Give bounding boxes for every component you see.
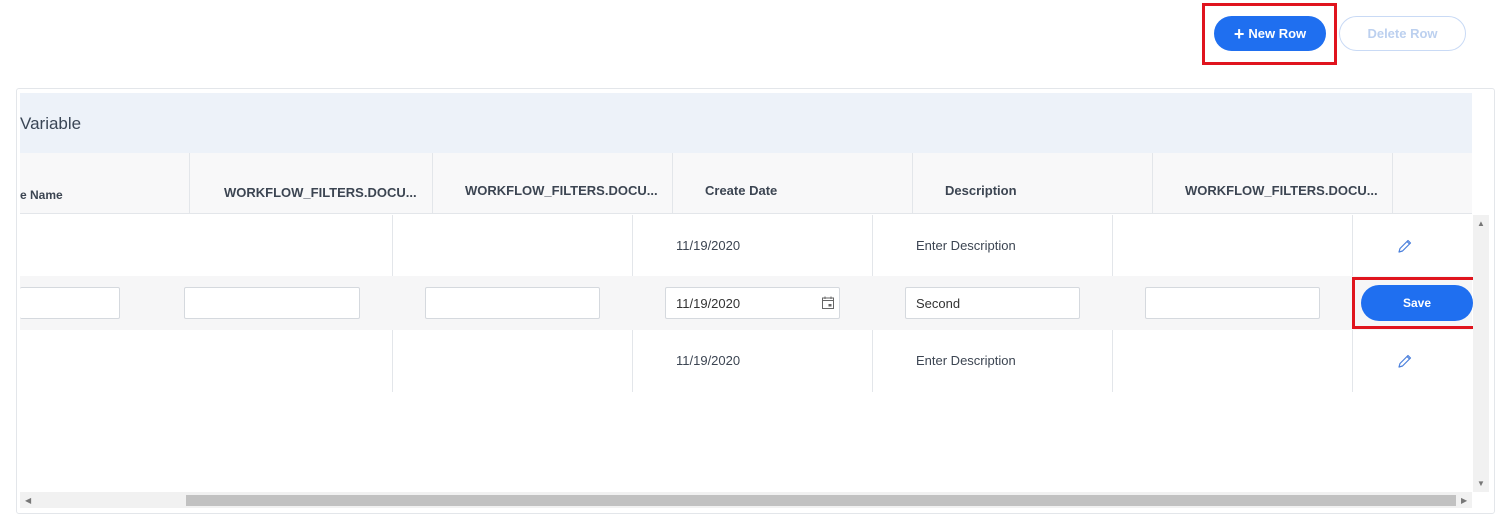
description-input[interactable]: Second [905,287,1080,319]
table-row[interactable] [20,330,1472,392]
column-header-filter-1[interactable]: WORKFLOW_FILTERS.DOCU... [190,153,433,214]
scroll-right-icon[interactable]: ▶ [1461,496,1467,505]
column-header-filter-3[interactable]: WORKFLOW_FILTERS.DOCU... [1153,153,1393,214]
column-header-description[interactable]: Description [913,153,1153,214]
column-header-name[interactable]: e Name [20,153,190,214]
delete-row-button[interactable]: Delete Row [1339,16,1466,51]
column-header-label: e Name [20,187,63,202]
scroll-left-icon[interactable]: ◀ [25,496,31,505]
save-button[interactable]: Save [1361,285,1473,321]
create-date-value: 11/19/2020 [676,295,741,311]
filter-1-input[interactable] [184,287,360,319]
create-date-cell: 11/19/2020 [676,238,741,253]
description-cell: Enter Description [916,353,1016,368]
create-date-input[interactable]: 11/19/2020 [665,287,840,319]
delete-row-label: Delete Row [1367,26,1438,41]
new-row-button[interactable]: + New Row [1214,16,1326,51]
column-header-label: WORKFLOW_FILTERS.DOCU... [224,185,417,200]
name-input[interactable] [20,287,120,319]
scroll-up-icon[interactable]: ▲ [1477,219,1485,228]
scroll-down-icon[interactable]: ▼ [1477,479,1485,488]
calendar-icon[interactable] [822,296,834,309]
column-header-create-date[interactable]: Create Date [673,153,913,214]
column-header-filter-2[interactable]: WORKFLOW_FILTERS.DOCU... [433,153,673,214]
description-cell: Enter Description [916,238,1016,253]
panel-header [20,93,1472,153]
plus-icon: + [1233,23,1245,44]
filter-2-input[interactable] [425,287,600,319]
column-header-label: Description [945,183,1017,198]
column-header-label: WORKFLOW_FILTERS.DOCU... [465,183,658,198]
pencil-icon[interactable] [1397,353,1413,369]
horizontal-scroll-thumb[interactable] [186,495,1456,506]
panel-title: Variable [20,114,82,133]
filter-3-input[interactable] [1145,287,1320,319]
save-label: Save [1402,296,1432,310]
vertical-scrollbar[interactable] [1473,215,1489,492]
table-row[interactable] [20,215,1472,276]
column-header-label: WORKFLOW_FILTERS.DOCU... [1185,183,1378,198]
column-header-label: Create Date [705,183,778,198]
create-date-cell: 11/19/2020 [676,353,741,368]
new-row-label: New Row [1248,26,1307,41]
pencil-icon[interactable] [1397,238,1413,254]
